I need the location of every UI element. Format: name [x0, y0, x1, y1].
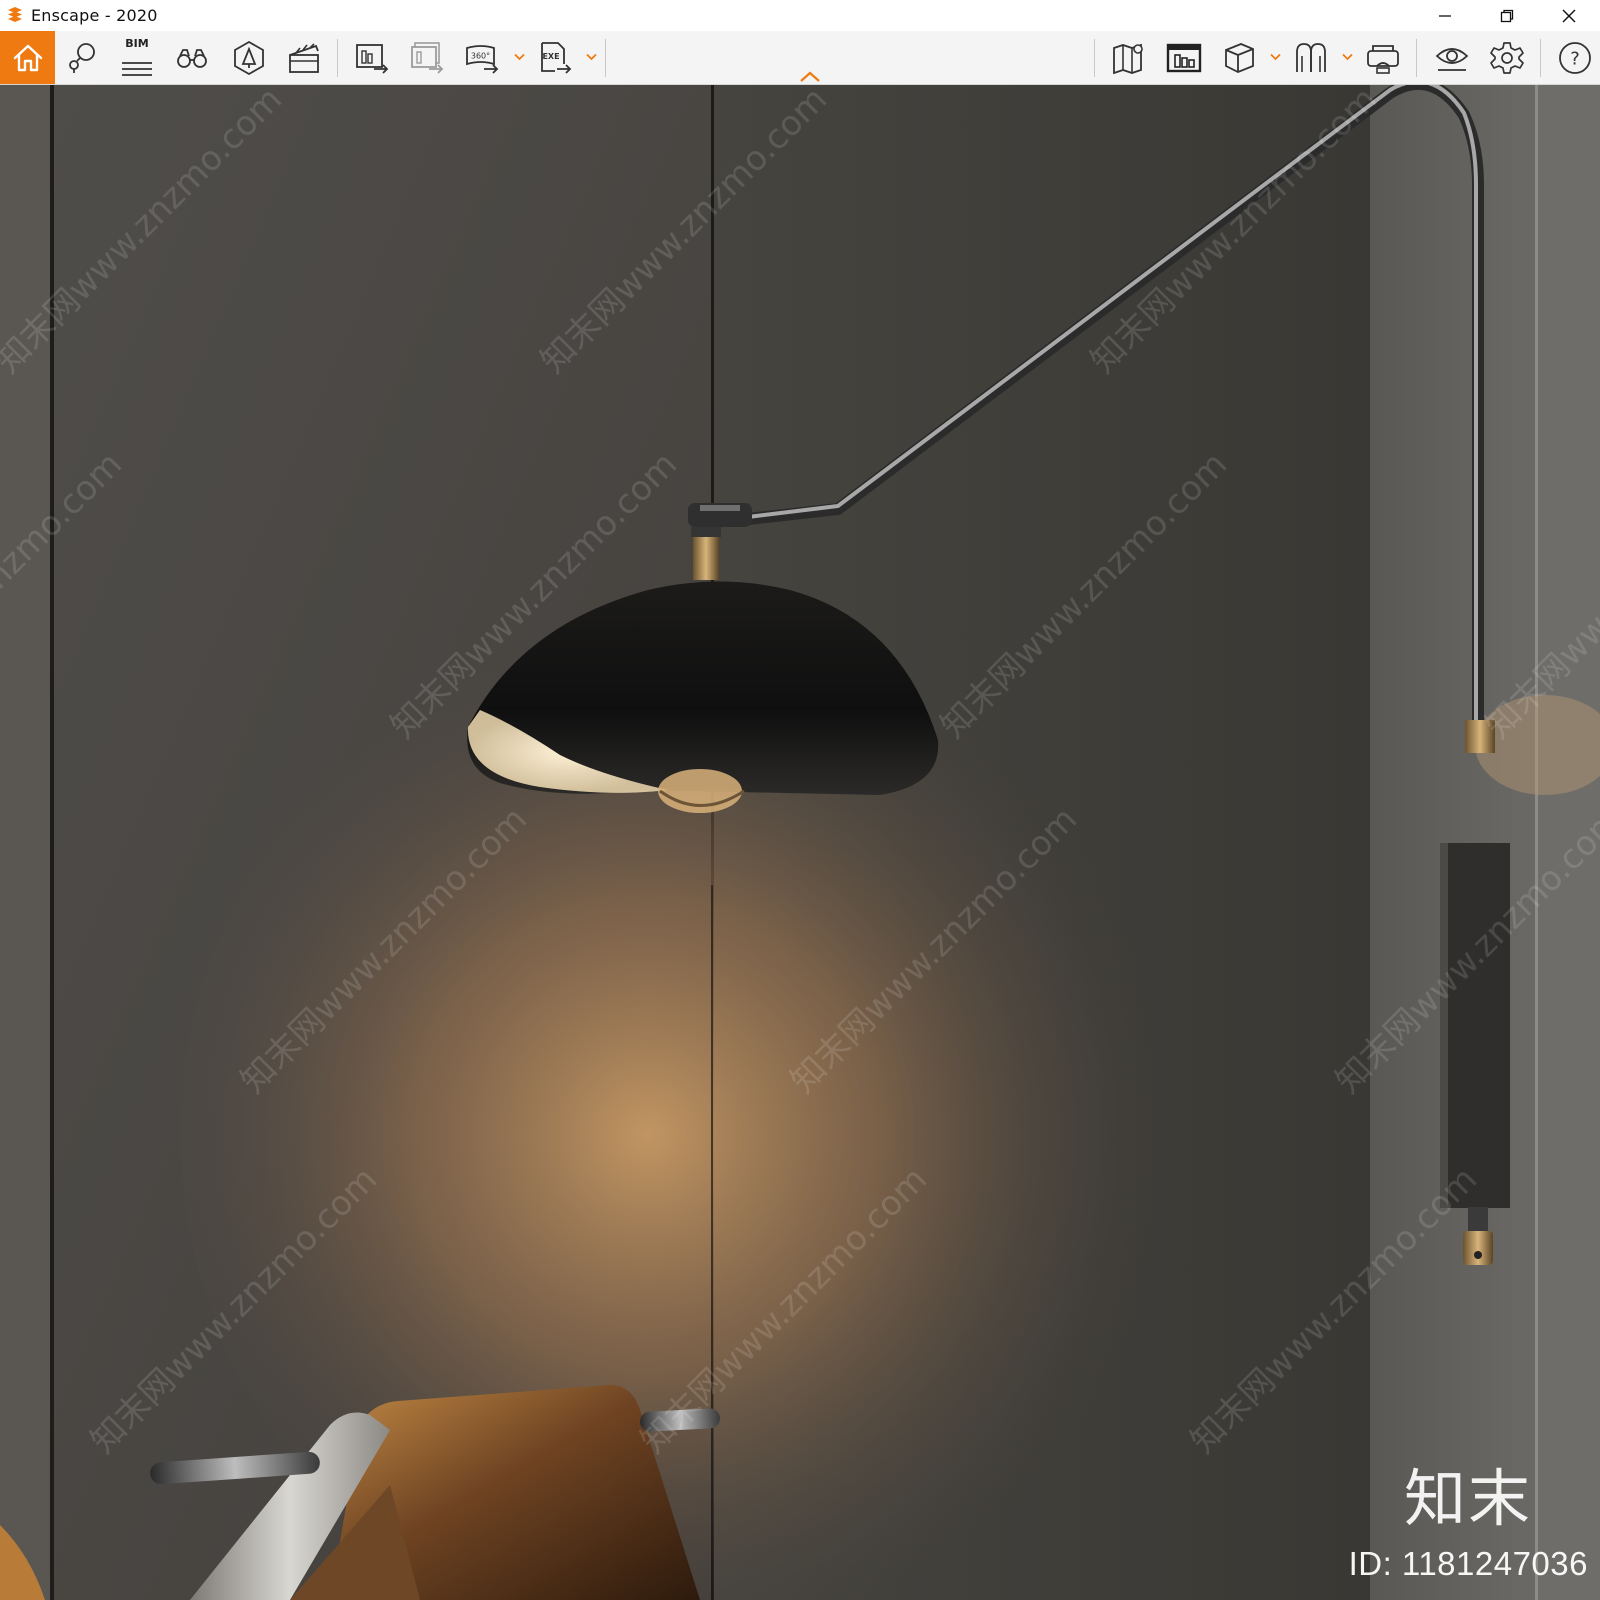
cube-button[interactable]: [1217, 31, 1261, 84]
asset-library-icon: [234, 40, 264, 75]
home-icon: [13, 44, 42, 71]
video-editor-button[interactable]: [282, 31, 326, 84]
minimize-button[interactable]: [1414, 0, 1476, 31]
panorama-360-icon: 360°: [466, 44, 499, 74]
vr-headset-button[interactable]: [1361, 31, 1405, 84]
enscape-logo-icon: [8, 6, 22, 22]
bim-button[interactable]: BIM: [115, 31, 159, 84]
views-icon: [69, 42, 95, 73]
toolbar-separator: [1416, 39, 1417, 77]
close-button[interactable]: [1538, 0, 1600, 31]
annotations-dropdown[interactable]: [1340, 49, 1354, 65]
window-title: Enscape - 2020: [31, 6, 158, 25]
window-controls: [1414, 0, 1600, 31]
rendered-scene: 知末网www.znzmo.com 知末网www.znzmo.com 知末网www…: [0, 85, 1600, 1600]
chevron-down-icon: [585, 53, 597, 61]
brand-watermark: 知末: [1404, 1462, 1533, 1535]
render-viewport[interactable]: 知末网www.znzmo.com 知末网www.znzmo.com 知末网www…: [0, 85, 1600, 1600]
toolbar: BIM 360° EXE ?: [0, 31, 1600, 85]
toolbar-separator: [1540, 39, 1541, 77]
visual-settings-icon: [1435, 47, 1469, 71]
chevron-up-icon: [800, 71, 820, 82]
map-icon: [1113, 43, 1143, 74]
panorama-dropdown[interactable]: [512, 49, 526, 65]
views-button[interactable]: [60, 31, 104, 84]
brand-id-label: ID: 1181247036: [1348, 1545, 1588, 1582]
title-bar: Enscape - 2020: [0, 0, 1600, 31]
mount-knob: [1463, 1231, 1493, 1265]
render-window-icon: [1166, 43, 1202, 72]
asset-library-button[interactable]: [227, 31, 271, 84]
bim-icon: [122, 61, 152, 76]
chevron-down-icon: [1341, 53, 1353, 61]
close-icon: [1562, 9, 1576, 22]
lamp-neck: [693, 535, 719, 580]
export-exe-label: EXE: [542, 52, 559, 61]
wall-panel-right: [1370, 85, 1535, 1600]
restore-icon: [1500, 9, 1514, 22]
collapse-toolbar-button[interactable]: [797, 68, 823, 84]
wall-mount-plate: [1440, 843, 1510, 1208]
binoculars-icon: [177, 48, 207, 68]
batch-render-button[interactable]: [405, 31, 449, 84]
minimize-icon: [1439, 14, 1451, 17]
restore-button[interactable]: [1476, 0, 1538, 31]
visual-settings-button[interactable]: [1430, 31, 1474, 84]
vr-headset-icon: [1367, 44, 1399, 74]
collaborative-annotations-icon: [1296, 42, 1326, 72]
screenshot-button[interactable]: [350, 31, 394, 84]
panorama-360-button[interactable]: 360°: [460, 31, 504, 84]
map-button[interactable]: [1107, 31, 1151, 84]
binoculars-button[interactable]: [170, 31, 214, 84]
cube-icon: [1225, 42, 1254, 73]
toolbar-separator: [1094, 39, 1095, 77]
screenshot-icon: [356, 43, 389, 74]
chevron-down-icon: [1269, 53, 1281, 61]
toolbar-separator: [605, 39, 606, 77]
annotations-button[interactable]: [1289, 31, 1333, 84]
export-exe-button[interactable]: EXE: [533, 31, 577, 84]
export-dropdown[interactable]: [584, 49, 598, 65]
help-icon: ?: [1559, 41, 1591, 74]
chevron-down-icon: [513, 53, 525, 61]
batch-render-icon: [411, 41, 444, 74]
toolbar-separator: [337, 39, 338, 77]
bim-label: BIM: [125, 37, 149, 50]
render-window-button[interactable]: [1162, 31, 1206, 84]
help-label: ?: [1570, 48, 1580, 69]
settings-button[interactable]: [1485, 31, 1529, 84]
video-editor-icon: [289, 42, 319, 73]
export-exe-icon: EXE: [541, 41, 572, 74]
cube-dropdown[interactable]: [1268, 49, 1282, 65]
panorama-360-label: 360°: [471, 51, 490, 60]
home-button[interactable]: [0, 31, 55, 84]
gear-icon: [1490, 41, 1524, 74]
help-button[interactable]: ?: [1553, 31, 1597, 84]
